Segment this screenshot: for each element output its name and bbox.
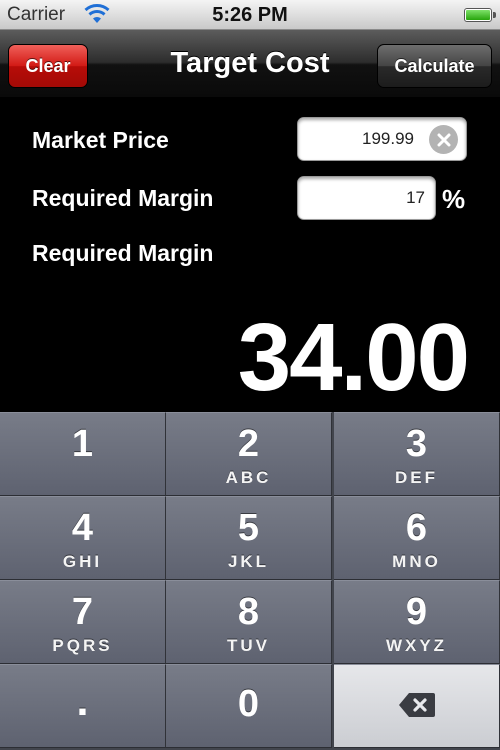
key-7[interactable]: 7 PQRS bbox=[0, 580, 166, 664]
market-price-value: 199.99 bbox=[362, 129, 414, 148]
key-number: 9 bbox=[405, 591, 428, 633]
required-margin-field[interactable]: 17 bbox=[297, 176, 436, 220]
key-number: 2 bbox=[237, 423, 260, 465]
key-letters: MNO bbox=[392, 552, 441, 571]
key-number: . bbox=[76, 676, 89, 725]
key-decimal[interactable]: . bbox=[0, 664, 166, 748]
key-letters: DEF bbox=[395, 468, 438, 487]
key-0[interactable]: 0 bbox=[166, 664, 332, 748]
navigation-bar: Clear Target Cost Calculate bbox=[0, 30, 500, 98]
status-time: 5:26 PM bbox=[212, 4, 288, 26]
result-label: Required Margin bbox=[32, 240, 214, 266]
key-1[interactable]: 1 bbox=[0, 412, 166, 496]
calculate-button[interactable]: Calculate bbox=[377, 44, 492, 88]
key-number: 5 bbox=[237, 507, 260, 549]
clear-field-icon[interactable] bbox=[429, 125, 458, 154]
key-6[interactable]: 6 MNO bbox=[334, 496, 500, 580]
key-5[interactable]: 5 JKL bbox=[166, 496, 332, 580]
key-number: 4 bbox=[71, 507, 94, 549]
key-3[interactable]: 3 DEF bbox=[334, 412, 500, 496]
clear-button[interactable]: Clear bbox=[8, 44, 88, 88]
key-letters: TUV bbox=[227, 636, 270, 655]
status-bar: Carrier 5:26 PM bbox=[0, 0, 500, 30]
delete-key[interactable] bbox=[334, 664, 500, 748]
key-letters: JKL bbox=[227, 552, 270, 571]
market-price-label: Market Price bbox=[32, 127, 169, 153]
battery-icon bbox=[464, 8, 496, 22]
required-margin-label: Required Margin bbox=[32, 185, 214, 211]
key-4[interactable]: 4 GHI bbox=[0, 496, 166, 580]
key-number: 3 bbox=[405, 423, 428, 465]
key-8[interactable]: 8 TUV bbox=[166, 580, 332, 664]
backspace-icon bbox=[398, 693, 435, 717]
form-area: Market Price 199.99 Required Margin 17 %… bbox=[0, 98, 500, 412]
key-letters: PQRS bbox=[52, 636, 113, 655]
key-number: 7 bbox=[71, 591, 94, 633]
key-number: 6 bbox=[405, 507, 428, 549]
key-number: 8 bbox=[237, 591, 260, 633]
key-9[interactable]: 9 WXYZ bbox=[334, 580, 500, 664]
result-value: 34.00 bbox=[237, 304, 470, 411]
numeric-keypad: 1 2 ABC 3 DEF 4 GHI 5 JKL 6 MNO 7 PQRS 8… bbox=[0, 412, 500, 750]
required-margin-value: 17 bbox=[406, 188, 425, 207]
key-letters: ABC bbox=[225, 468, 272, 487]
market-price-field[interactable]: 199.99 bbox=[297, 117, 467, 161]
key-number: 0 bbox=[237, 683, 260, 725]
page-title: Target Cost bbox=[170, 47, 330, 79]
key-letters: WXYZ bbox=[385, 636, 448, 655]
key-number: 1 bbox=[71, 423, 94, 465]
key-letters: GHI bbox=[62, 552, 103, 571]
percent-symbol: % bbox=[442, 184, 466, 214]
key-2[interactable]: 2 ABC bbox=[166, 412, 332, 496]
